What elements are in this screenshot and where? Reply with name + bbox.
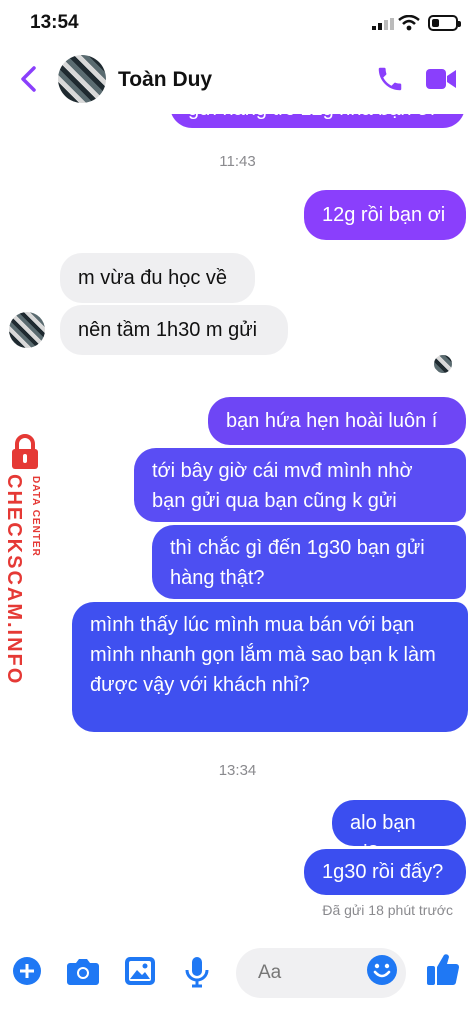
plus-icon[interactable] [12,956,42,986]
watermark: CHECKSCAM.INFO DATA CENTER [2,434,54,685]
watermark-main-text: CHECKSCAM.INFO [3,474,25,686]
camera-icon[interactable] [66,956,100,986]
message-outgoing[interactable]: 12g rồi bạn ơi [304,190,466,240]
signal-icon [372,18,394,30]
message-incoming[interactable]: nên tầm 1h30 m gửi [60,305,288,355]
composer-bar: Aa [0,938,475,1024]
contact-name[interactable]: Toàn Duy [118,68,212,92]
watermark-sub-text: DATA CENTER [30,476,41,557]
image-icon[interactable] [124,956,156,986]
status-bar: 13:54 [0,0,475,48]
timestamp: 13:34 [218,762,257,779]
lock-icon [12,434,38,469]
battery-icon [428,15,461,31]
back-arrow-icon[interactable] [14,62,44,96]
video-camera-icon[interactable] [426,68,456,90]
message-outgoing[interactable]: alo bạn ơi? [332,800,466,864]
timestamp: 11:43 [219,153,256,170]
message-input-placeholder: Aa [258,962,282,983]
thumbs-up-icon[interactable] [426,952,460,986]
microphone-icon[interactable] [184,956,210,988]
message-outgoing[interactable]: tới bây giờ cái mvđ mình nhờ bạn gửi qua… [134,448,466,522]
contact-avatar[interactable] [58,55,106,103]
phone-icon[interactable] [375,64,405,94]
contact-avatar-small[interactable] [9,312,45,348]
status-time: 13:54 [30,12,79,33]
delivery-status: Đã gửi 18 phút trước [322,902,453,918]
message-outgoing[interactable]: mình thấy lúc mình mua bán với bạn mình … [72,602,468,732]
message-incoming[interactable]: m vừa đu học về [60,253,255,303]
read-receipt-avatar [434,355,452,373]
emoji-icon[interactable] [366,954,398,986]
message-outgoing[interactable]: thì chắc gì đến 1g30 bạn gửi hàng thật? [152,525,466,599]
chat-header: Toàn Duy [0,48,475,114]
message-outgoing[interactable]: 1g30 rồi đấy? [304,849,466,895]
message-outgoing[interactable]: bạn hứa hẹn hoài luôn í [208,397,466,445]
wifi-icon [398,15,420,31]
